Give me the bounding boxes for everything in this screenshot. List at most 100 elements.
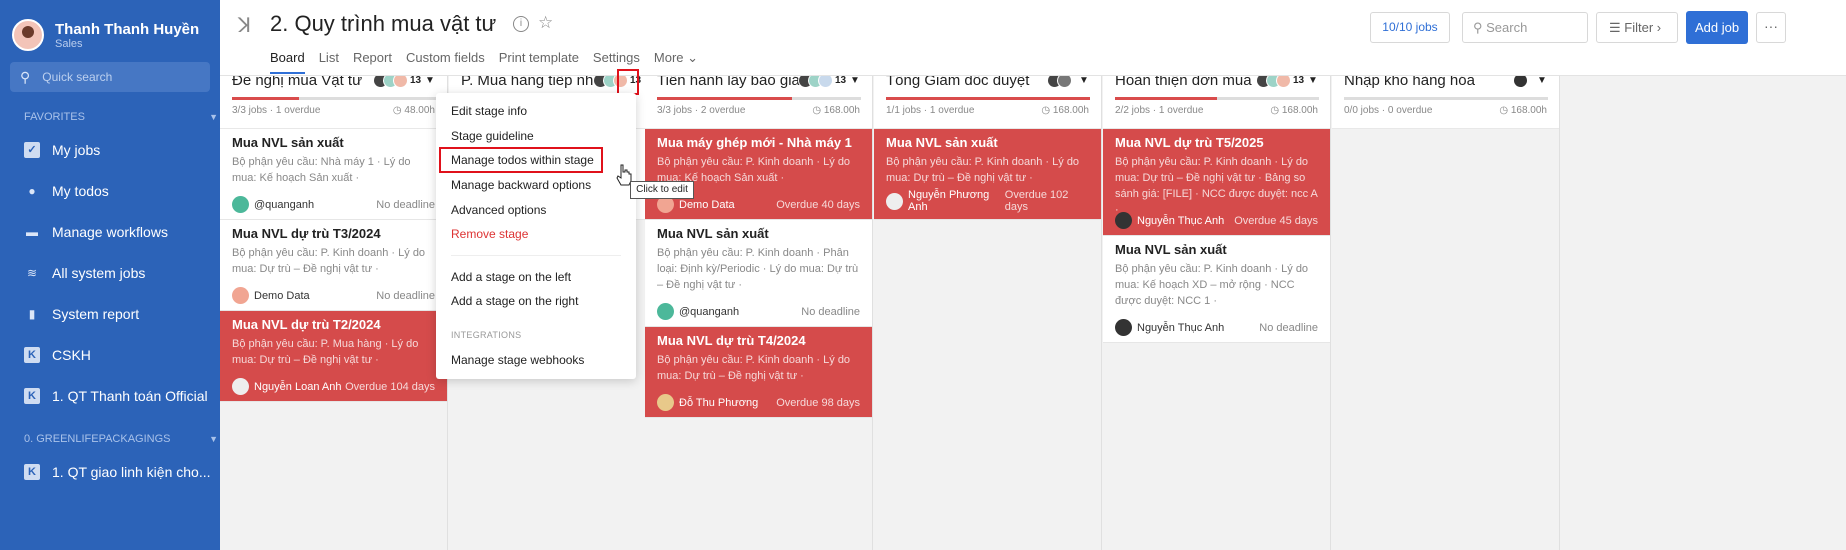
assignee-count: 13	[410, 76, 422, 86]
card-footer: Đỗ Thu Phương Overdue 98 days	[657, 394, 860, 411]
stage-column: Hoàn thiện đơn mua 13 ▼ 2/2 jobs · 1 ove…	[1103, 76, 1331, 550]
card-title: Mua NVL sản xuất	[657, 226, 769, 241]
tab-more[interactable]: More ⌄	[654, 50, 698, 74]
card-footer: Demo Data No deadline	[232, 287, 435, 304]
stage-name[interactable]: Tiến hành lấy báo giá	[657, 76, 800, 90]
menu-item-manage-backward-options[interactable]: Manage backward options	[451, 175, 591, 195]
filter-button[interactable]: ☰ Filter ›	[1596, 12, 1678, 43]
quick-search-input[interactable]: ⚲ Quick search	[10, 62, 210, 92]
tab-board[interactable]: Board	[270, 50, 305, 74]
stage-header: Tổng Giám đốc duyệt ▼ 1/1 jobs · 1 overd…	[874, 76, 1101, 129]
stage-menu-caret-icon[interactable]: ▼	[1305, 76, 1321, 89]
layers-icon: ≋	[26, 265, 38, 280]
avatar	[1276, 76, 1291, 88]
stage-menu-caret-icon[interactable]: ▼	[1076, 76, 1092, 89]
stage-menu-caret-icon[interactable]: ▼	[422, 76, 438, 89]
stage-name[interactable]: Hoàn thiện đơn mua	[1115, 76, 1252, 90]
avatar	[232, 287, 249, 304]
card-assignee: Demo Data	[679, 198, 735, 211]
job-card[interactable]: Mua NVL sản xuất Bộ phận yêu cầu: P. Kin…	[1103, 236, 1330, 343]
avatar	[818, 76, 833, 88]
jobs-count-button[interactable]: 10/10 jobs	[1370, 12, 1450, 43]
tab-report[interactable]: Report	[353, 50, 392, 74]
stage-meta: 0/0 jobs · 0 overdue	[1344, 105, 1433, 116]
sidebar: Thanh Thanh Huyền Sales ⚲ Quick search FA…	[0, 0, 220, 550]
menu-item-stage-guideline[interactable]: Stage guideline	[451, 126, 534, 146]
card-deadline: Overdue 45 days	[1234, 214, 1318, 227]
job-card[interactable]: Mua NVL dự trù T2/2024 Bộ phận yêu cầu: …	[220, 311, 447, 402]
sidebar-item-cskh[interactable]: K CSKH	[0, 334, 220, 375]
stage-meta: 3/3 jobs · 1 overdue	[232, 105, 321, 116]
menu-item-manage-todos[interactable]: Manage todos within stage	[439, 147, 603, 173]
avatar	[1513, 76, 1528, 88]
card-title: Mua NVL dự trù T5/2025	[1115, 135, 1264, 150]
card-assignee: Nguyễn Thục Anh	[1137, 214, 1225, 227]
tab-print-template[interactable]: Print template	[499, 50, 579, 74]
stage-menu-caret-icon[interactable]: ▼	[847, 76, 863, 89]
stage-name[interactable]: P. Mua hàng tiếp nh...	[461, 76, 606, 90]
stage-duration: ◷ 168.00h	[1499, 105, 1547, 116]
job-card[interactable]: Mua NVL sản xuất Bộ phận yêu cầu: P. Kin…	[874, 129, 1101, 220]
job-card[interactable]: Mua NVL sản xuất Bộ phận yêu cầu: P. Kin…	[645, 220, 872, 327]
folder-icon: ▬	[26, 224, 38, 239]
progress-fill	[1115, 97, 1217, 100]
more-options-button[interactable]: ···	[1756, 12, 1786, 43]
stage-duration: ◷ 48.00h	[392, 105, 435, 116]
sidebar-item-my-jobs[interactable]: ✓ My jobs	[0, 129, 220, 170]
add-job-button[interactable]: Add job	[1686, 11, 1748, 44]
card-deadline: No deadline	[801, 305, 860, 318]
stage-assignees[interactable]	[1513, 76, 1528, 88]
sidebar-item-qt-thanh-toan[interactable]: K 1. QT Thanh toán Official	[0, 375, 220, 416]
job-card[interactable]: Mua NVL dự trù T3/2024 Bộ phận yêu cầu: …	[220, 220, 447, 311]
sidebar-item-my-todos[interactable]: ● My todos	[0, 170, 220, 211]
stage-assignees[interactable]: 13	[373, 76, 422, 88]
user-profile[interactable]: Thanh Thanh Huyền Sales	[0, 0, 220, 58]
sidebar-item-all-system-jobs[interactable]: ≋ All system jobs	[0, 252, 220, 293]
card-description: Bộ phận yêu cầu: P. Kinh doanh · Lý do m…	[886, 156, 1080, 184]
chevron-down-icon: ▼	[209, 434, 218, 444]
bar-chart-icon: ▮	[28, 306, 36, 321]
user-role: Sales	[55, 37, 83, 50]
menu-item-add-stage-right[interactable]: Add a stage on the right	[451, 291, 578, 311]
tab-list[interactable]: List	[319, 50, 339, 74]
avatar	[232, 378, 249, 395]
menu-item-manage-webhooks[interactable]: Manage stage webhooks	[451, 350, 584, 370]
user-avatar	[12, 19, 44, 51]
stage-assignees[interactable]: 13	[1256, 76, 1305, 88]
stage-assignees[interactable]	[1047, 76, 1072, 88]
stage-progress-bar	[1344, 97, 1548, 100]
tab-custom-fields[interactable]: Custom fields	[406, 50, 485, 74]
search-input[interactable]: ⚲ Search	[1462, 12, 1588, 43]
stage-name[interactable]: Tổng Giám đốc duyệt	[886, 76, 1029, 90]
stage-progress-bar	[886, 97, 1090, 100]
star-icon[interactable]: ☆	[538, 13, 553, 33]
menu-item-advanced-options[interactable]: Advanced options	[451, 200, 546, 220]
sidebar-item-system-report[interactable]: ▮ System report	[0, 293, 220, 334]
progress-fill	[657, 97, 792, 100]
job-card[interactable]: Mua NVL dự trù T5/2025 Bộ phận yêu cầu: …	[1103, 129, 1330, 236]
filter-icon: ☰	[1609, 20, 1625, 35]
menu-item-add-stage-left[interactable]: Add a stage on the left	[451, 267, 571, 287]
sidebar-item-manage-workflows[interactable]: ▬ Manage workflows	[0, 211, 220, 252]
assignee-count: 13	[1293, 76, 1305, 86]
favorites-section[interactable]: FAVORITES ▼	[0, 108, 220, 126]
stage-menu-caret-icon[interactable]: ▼	[1534, 76, 1550, 89]
stage-header: Nhập kho hàng hóa ▼ 0/0 jobs · 0 overdue…	[1332, 76, 1559, 129]
header: ꓘ 2. Quy trình mua vật tư i ☆ Board List…	[220, 0, 1846, 76]
card-footer: Nguyễn Loan Anh Overdue 104 days	[232, 378, 435, 395]
stage-assignees[interactable]: 13	[798, 76, 846, 88]
job-card[interactable]: Mua NVL sản xuất Bộ phận yêu cầu: Nhà má…	[220, 129, 447, 220]
stage-name[interactable]: Đề nghị mua Vật tư	[232, 76, 362, 90]
stage-name[interactable]: Nhập kho hàng hóa	[1344, 76, 1475, 90]
avatar	[1057, 76, 1072, 88]
job-card[interactable]: Mua NVL dự trù T4/2024 Bộ phận yêu cầu: …	[645, 327, 872, 418]
menu-item-edit-stage-info[interactable]: Edit stage info	[451, 101, 527, 121]
card-assignee: Nguyễn Thục Anh	[1137, 321, 1225, 334]
card-title: Mua NVL dự trù T4/2024	[657, 333, 806, 348]
sidebar-item-qt-giao-linh-kien[interactable]: K 1. QT giao linh kiện cho...	[0, 451, 220, 492]
menu-item-remove-stage[interactable]: Remove stage	[451, 224, 528, 244]
job-card[interactable]: Mua máy ghép mới - Nhà máy 1 Bộ phận yêu…	[645, 129, 872, 220]
group-section[interactable]: 0. GREENLIFEPACKAGINGS ▼	[0, 430, 220, 448]
info-icon[interactable]: i	[513, 16, 529, 32]
progress-fill	[232, 97, 300, 100]
